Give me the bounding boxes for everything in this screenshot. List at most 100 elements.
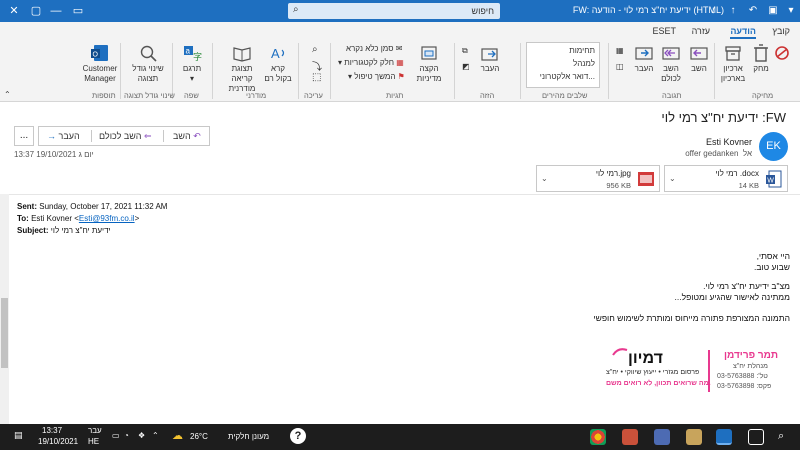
clock-time[interactable]: 13:37 [42, 426, 62, 435]
group-label-tags: תגיות [386, 91, 404, 100]
language-indicator[interactable]: עבר [88, 426, 102, 435]
follow-up-label: המשך טיפול [354, 72, 396, 81]
zoom-button[interactable]: שינוי גודל תצוגה [130, 44, 166, 84]
inline-reply-label: השב [173, 131, 191, 141]
tab-message[interactable]: הודעה [730, 26, 756, 39]
next-item-icon[interactable]: ↓ [706, 3, 720, 19]
more-actions-button[interactable]: ... [14, 126, 34, 146]
inline-reply-all-button[interactable]: השב לכולם ⇐ [99, 131, 152, 142]
network-icon[interactable]: ◔ [124, 431, 129, 440]
move-folder-icon [481, 48, 498, 61]
collapse-ribbon-icon[interactable]: ⌃ [4, 90, 11, 99]
tab-help[interactable]: עזרה [692, 26, 710, 36]
avatar[interactable]: EK [759, 132, 788, 161]
language-indicator-2[interactable]: HE [88, 437, 99, 446]
body-line: ממתינה לאישור שהגיע ומטופל... [674, 292, 790, 302]
zoom-icon [140, 45, 157, 62]
body-line: שבוע טוב. [753, 262, 790, 272]
maximize-icon[interactable]: ▢ [28, 3, 44, 19]
policy-label: הקצה [419, 64, 439, 73]
chevron-down-icon[interactable]: ⌄ [541, 174, 548, 183]
junk-button[interactable] [772, 44, 789, 64]
customize-qat-icon[interactable]: ▾ [784, 3, 798, 19]
dropbox-icon[interactable]: ❖ [138, 431, 145, 440]
notifications-icon[interactable]: ▤ [14, 430, 23, 441]
attachment-name: רמי לוי .docx [715, 169, 759, 178]
tab-eset[interactable]: ESET [652, 26, 676, 36]
ribbon-display-icon[interactable]: ▭ [70, 3, 86, 19]
app-icon[interactable] [654, 429, 670, 445]
zoom-label-2: תצוגה [137, 74, 159, 83]
attachment-jpg[interactable]: ⌄ רמי לוי.jpg 956 KB [536, 165, 660, 192]
clock-date[interactable]: 19/10/2021 [38, 437, 78, 446]
message-action-bar: → העבר השב לכולם ⇐ השב ↶ [38, 126, 210, 146]
delete-label: מחק [753, 64, 769, 73]
recipient-line: offer gedanken אל [685, 149, 752, 158]
inline-reply-button[interactable]: השב ↶ [173, 131, 201, 142]
junk-icon [775, 46, 789, 60]
recipient-name[interactable]: offer gedanken [685, 149, 738, 158]
onenote-icon[interactable]: ◩ [462, 62, 470, 71]
archive-button[interactable]: ארכיון בארכיון [718, 44, 748, 84]
customer-manager-button[interactable]: O Customer Manager [80, 44, 120, 84]
outlook-icon[interactable] [716, 429, 732, 445]
find-icon[interactable]: ⌕ [312, 44, 318, 55]
inline-forward-button[interactable]: → העבר [47, 131, 80, 141]
group-label-immersive: מודרני [246, 91, 267, 100]
battery-icon[interactable]: ▭ [112, 431, 120, 440]
forward-button[interactable]: העבר [632, 44, 656, 74]
previous-item-icon[interactable]: ↑ [726, 3, 740, 19]
group-label-editing: עריכה [304, 91, 323, 100]
weather-temp[interactable]: 26°C [190, 432, 208, 441]
help-icon[interactable]: ? [290, 428, 306, 444]
group-label-move: הזזה [480, 91, 495, 100]
signature-fax: פקס: 03-5763898 [717, 383, 772, 390]
customer-manager-label-2: Manager [84, 74, 116, 83]
move-button[interactable]: העבר [476, 44, 504, 74]
save-icon[interactable]: ▣ [766, 3, 780, 19]
tab-file[interactable]: קובץ [772, 26, 790, 36]
follow-up-button[interactable]: ▾ המשך טיפול ⚑ [348, 72, 405, 81]
mark-unread-button[interactable]: סמן כלא נקרא ✉ [346, 44, 402, 53]
fwd-to-email-link[interactable]: Esti@93fm.co.il [79, 214, 135, 223]
im-reply-icon[interactable]: ◫ [616, 62, 624, 71]
reply-all-button[interactable]: השב לכולם [656, 44, 686, 84]
group-label-addins: תוספות [92, 91, 116, 100]
search-box[interactable]: ⌕ חיפוש [288, 3, 500, 19]
window-title: FW: ידיעת יח"צ רמי לוי - הודעה (HTML) [572, 5, 724, 15]
quick-steps-gallery[interactable]: תחימות למנהל דואר אלקטרוני... [526, 42, 600, 88]
start-search-icon[interactable]: ⌕ [778, 430, 784, 443]
meeting-reply-icon[interactable]: ▦ [616, 46, 624, 55]
quick-step-item[interactable]: למנהל [573, 59, 595, 68]
show-hidden-icons-icon[interactable]: ⌃ [152, 431, 159, 440]
read-aloud-button[interactable]: A קרא בקול רם [262, 44, 294, 84]
assign-policy-button[interactable]: הקצה מדיניות [412, 44, 446, 84]
translate-button[interactable]: a字 תרגם ▾ [178, 44, 206, 84]
vertical-scrollbar[interactable] [0, 194, 9, 424]
app-icon[interactable] [622, 429, 638, 445]
svg-text:W: W [767, 178, 774, 185]
minimize-icon[interactable]: — [48, 3, 64, 19]
undo-icon[interactable]: ↶ [746, 3, 760, 19]
quick-step-item[interactable]: תחימות [569, 46, 595, 55]
weather-desc[interactable]: מעונן חלקית [228, 432, 269, 441]
scrollbar-thumb[interactable] [1, 298, 8, 368]
quick-step-item[interactable]: דואר אלקטרוני... [540, 72, 595, 81]
select-icon[interactable]: ⬚ [312, 72, 321, 83]
close-icon[interactable]: ✕ [6, 3, 22, 19]
reply-button[interactable]: השב [686, 44, 712, 74]
signature-logo-subtitle: פרסום מגזרי • ייעוץ שיווקי • יח"צ [606, 369, 700, 376]
file-explorer-icon[interactable] [686, 429, 702, 445]
chrome-icon[interactable] [590, 429, 606, 445]
chevron-down-icon[interactable]: ⌄ [669, 174, 676, 183]
sender-name[interactable]: Esti Kovner [706, 137, 752, 147]
immersive-reader-button[interactable]: תצוגת קריאה מודרנית [222, 44, 262, 94]
rules-icon[interactable]: ⧉ [462, 46, 468, 56]
attachment-docx[interactable]: ⌄ רמי לוי .docx 14 KB W [664, 165, 788, 192]
envelope-icon: ✉ [395, 44, 403, 53]
task-view-icon[interactable] [748, 429, 764, 445]
related-icon[interactable]: ⤵ [312, 58, 322, 73]
delete-button[interactable]: מחק [748, 44, 774, 74]
categorize-button[interactable]: ▾ חלק לקטגוריות ▦ [338, 58, 404, 67]
fwd-to-line: To: Esti Kovner <Esti@93fm.co.il> [17, 214, 139, 223]
